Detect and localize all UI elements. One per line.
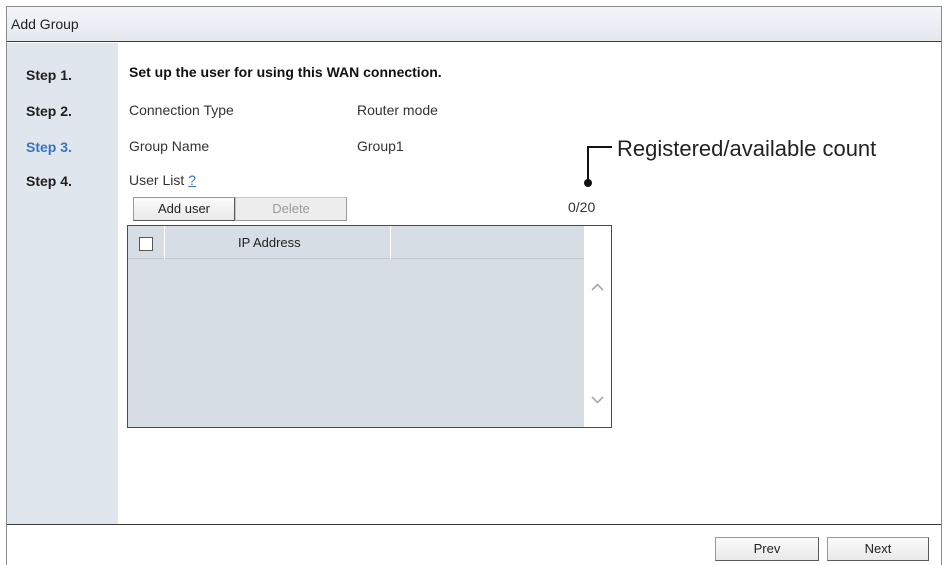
chevron-down-icon[interactable] [586,389,609,411]
select-all-checkbox[interactable] [139,237,153,251]
dialog-title: Add Group [7,7,941,42]
dialog-footer: Prev Next [7,524,941,565]
add-group-dialog: Add Group Step 1. Step 2. Step 3. Step 4… [6,6,942,565]
annotation-label: Registered/available count [617,136,877,161]
user-count: 0/20 [568,199,596,215]
connection-type-label: Connection Type [129,102,234,118]
delete-button[interactable]: Delete [235,197,347,221]
add-user-button[interactable]: Add user [133,197,235,221]
step-4-label: Step 4. [26,173,72,189]
prev-button[interactable]: Prev [715,537,819,561]
user-table: IP Address [127,225,612,428]
step-3-label: Step 3. [26,139,72,155]
annotation-callout-line [584,146,612,187]
column-divider [390,226,391,259]
group-name-label: Group Name [129,138,210,154]
connection-type-value: Router mode [357,102,438,118]
main-content: Set up the user for using this WAN conne… [118,43,941,525]
table-header: IP Address [128,226,584,259]
page-heading: Set up the user for using this WAN conne… [129,64,442,80]
column-header-ip-address: IP Address [238,235,301,250]
help-link[interactable]: ? [188,172,196,188]
group-name-value: Group1 [357,138,404,154]
column-divider [164,226,165,259]
user-list-label: User List [129,172,185,188]
next-button[interactable]: Next [827,537,929,561]
table-scrollbar[interactable] [584,226,611,427]
user-list-heading: User List? [129,172,196,188]
chevron-up-icon[interactable] [586,276,609,298]
step-1-label: Step 1. [26,67,72,83]
steps-panel: Step 1. Step 2. Step 3. Step 4. [7,43,118,525]
step-2-label: Step 2. [26,103,72,119]
